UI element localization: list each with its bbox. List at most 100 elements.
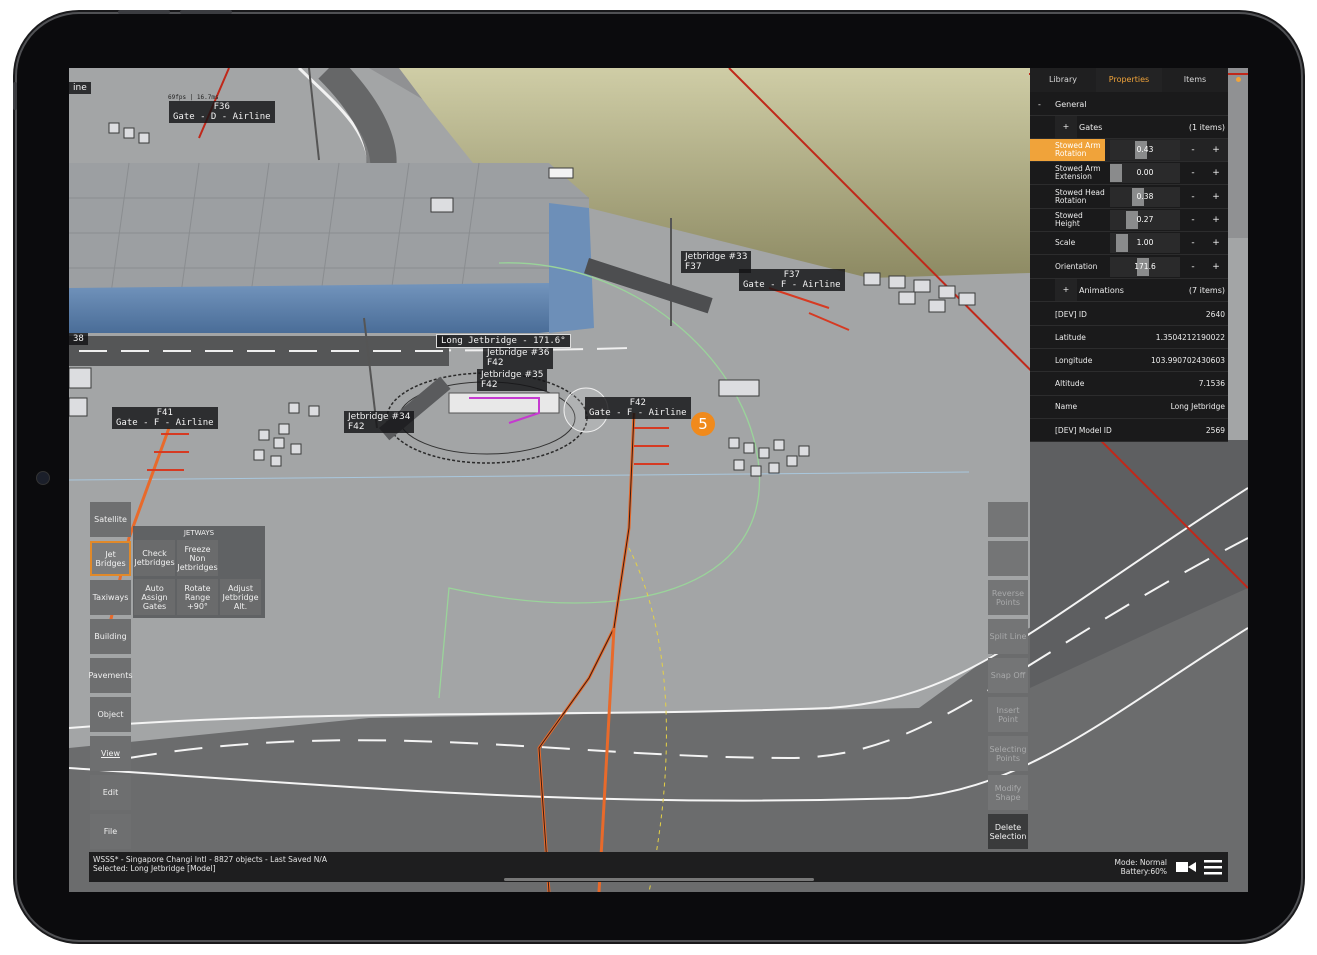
tool-file[interactable]: File [90, 814, 131, 849]
app-screen: 69fps | 16.7ms F36 Gate - D - Airline F3… [69, 68, 1248, 892]
increment-button[interactable]: + [1205, 257, 1227, 277]
gates-count: (1 items) [1188, 122, 1225, 132]
property-slider[interactable]: 1.00 [1110, 233, 1180, 254]
property-label: Scale [1055, 238, 1076, 248]
properties-panel: Library Properties Items - General + Gat… [1030, 68, 1241, 442]
status-line-1: WSSS* - Singapore Changi Intl - 8827 obj… [93, 855, 327, 864]
general-label: General [1055, 99, 1087, 109]
tool-satellite[interactable]: Satellite [90, 502, 131, 537]
tab-library[interactable]: Library [1030, 68, 1096, 92]
property-row: Stowed Arm Rotation 0.43 - + [1030, 139, 1228, 162]
jetbridge-label-33[interactable]: Jetbridge #33 F37 [681, 251, 752, 273]
gates-label: Gates [1079, 122, 1103, 132]
increment-button[interactable]: + [1205, 210, 1227, 230]
info-value: 1.3504212190022 [1155, 332, 1225, 342]
property-row: Orientation 171.6 - + [1030, 256, 1228, 279]
general-toggle[interactable]: - [1038, 100, 1041, 109]
gate-label-f42[interactable]: F42 Gate - F - Airline [585, 397, 691, 419]
property-slider[interactable]: 0.27 [1110, 209, 1180, 230]
gates-toggle[interactable]: + [1055, 116, 1077, 138]
info-value: 7.1536 [1198, 379, 1225, 389]
tool-jet-bridges[interactable]: Jet Bridges [90, 541, 131, 576]
info-label: [DEV] Model ID [1055, 425, 1112, 435]
mode-text: Mode: Normal [1114, 858, 1167, 867]
split-line-button[interactable]: Split Line [988, 619, 1028, 654]
jetbridge-label-35[interactable]: Jetbridge #35 F42 [477, 369, 548, 391]
slider-value: 0.38 [1136, 191, 1154, 201]
camera-icon[interactable] [1176, 860, 1196, 874]
gate-label-f37[interactable]: F37 Gate - F - Airline [739, 269, 845, 291]
gate-label-f36[interactable]: F36 Gate - D - Airline [169, 101, 275, 123]
rotate-range-button[interactable]: Rotate Range +90° [177, 579, 218, 615]
property-label: Stowed Arm Rotation [1030, 139, 1105, 161]
tool-pavements[interactable]: Pavements [88, 658, 133, 693]
info-row: Longitude 103.990702430603 [1030, 349, 1228, 373]
modify-shape-button[interactable]: Modify Shape [988, 775, 1028, 810]
info-label: Latitude [1055, 332, 1086, 342]
tab-items[interactable]: Items [1162, 68, 1228, 92]
info-label: Longitude [1055, 355, 1093, 365]
increment-button[interactable]: + [1205, 163, 1227, 183]
decrement-button[interactable]: - [1182, 187, 1204, 207]
check-jetbridges-button[interactable]: Check Jetbridges [134, 540, 175, 576]
tool-view[interactable]: View [90, 736, 131, 771]
info-value: 2569 [1205, 425, 1225, 435]
selected-jetbridge-label[interactable]: Long Jetbridge - 171.6° [436, 334, 571, 348]
panel-tabs: Library Properties Items [1030, 68, 1241, 92]
info-value: Long Jetbridge [1170, 402, 1225, 412]
menu-icon[interactable] [1204, 859, 1222, 875]
gate-label-f41[interactable]: F41 Gate - F - Airline [112, 407, 218, 429]
step-badge: 5 [691, 412, 715, 436]
selecting-points-button[interactable]: Selecting Points [988, 736, 1028, 771]
tool-taxiways[interactable]: Taxiways [90, 580, 131, 615]
insert-point-button[interactable]: Insert Point [988, 697, 1028, 732]
jetways-title: JETWAYS [183, 529, 215, 537]
slider-value: 0.00 [1136, 168, 1154, 178]
decrement-button[interactable]: - [1182, 233, 1204, 253]
decrement-button[interactable]: - [1182, 257, 1204, 277]
property-label: Orientation [1055, 261, 1098, 271]
reverse-points-button[interactable]: Reverse Points [988, 580, 1028, 615]
front-camera [36, 471, 50, 485]
jetbridge-body [448, 392, 560, 414]
status-bar: WSSS* - Singapore Changi Intl - 8827 obj… [89, 852, 1030, 882]
increment-button[interactable]: + [1205, 233, 1227, 253]
right-tool-blank-2[interactable] [988, 541, 1028, 576]
info-label: Altitude [1055, 379, 1085, 389]
property-slider[interactable]: 0.00 [1110, 163, 1180, 184]
property-label: Stowed Height [1055, 210, 1083, 228]
info-label: Name [1055, 402, 1078, 412]
adjust-jetbridge-alt-button[interactable]: Adjust Jetbridge Alt. [220, 579, 261, 615]
decrement-button[interactable]: - [1182, 140, 1204, 160]
gate-label-38[interactable]: 38 [69, 333, 88, 345]
info-label: [DEV] ID [1055, 309, 1087, 319]
jetbridge-label-36[interactable]: Jetbridge #36 F42 [483, 347, 554, 369]
info-row: Latitude 1.3504212190022 [1030, 326, 1228, 350]
right-tool-blank-1[interactable] [988, 502, 1028, 537]
decrement-button[interactable]: - [1182, 210, 1204, 230]
auto-assign-gates-button[interactable]: Auto Assign Gates [134, 579, 175, 615]
freeze-non-jetbridges-button[interactable]: Freeze Non Jetbridges [177, 540, 218, 576]
tool-object[interactable]: Object [90, 697, 131, 732]
property-row: Stowed Arm Extension 0.00 - + [1030, 162, 1228, 186]
delete-selection-button[interactable]: Delete Selection [988, 814, 1028, 849]
property-slider[interactable]: 0.38 [1110, 186, 1180, 207]
info-value: 103.990702430603 [1151, 355, 1225, 365]
clipped-label: ine [69, 82, 91, 94]
general-section-row[interactable]: - General [1030, 93, 1228, 116]
decrement-button[interactable]: - [1182, 163, 1204, 183]
gates-row[interactable]: + Gates (1 items) [1030, 116, 1228, 139]
property-slider[interactable]: 0.43 [1110, 140, 1180, 160]
tool-edit[interactable]: Edit [90, 775, 131, 810]
notification-dot-icon [1236, 77, 1241, 82]
tab-properties[interactable]: Properties [1096, 68, 1162, 92]
animations-row[interactable]: + Animations (7 items) [1030, 279, 1228, 302]
status-bar-right: Mode: Normal Battery:60% [1030, 852, 1228, 882]
animations-toggle[interactable]: + [1055, 279, 1077, 301]
increment-button[interactable]: + [1205, 187, 1227, 207]
increment-button[interactable]: + [1205, 140, 1227, 160]
property-slider[interactable]: 171.6 [1110, 256, 1180, 277]
jetbridge-label-34[interactable]: Jetbridge #34 F42 [344, 411, 415, 433]
tool-building[interactable]: Building [90, 619, 131, 654]
snap-off-button[interactable]: Snap Off [988, 658, 1028, 693]
